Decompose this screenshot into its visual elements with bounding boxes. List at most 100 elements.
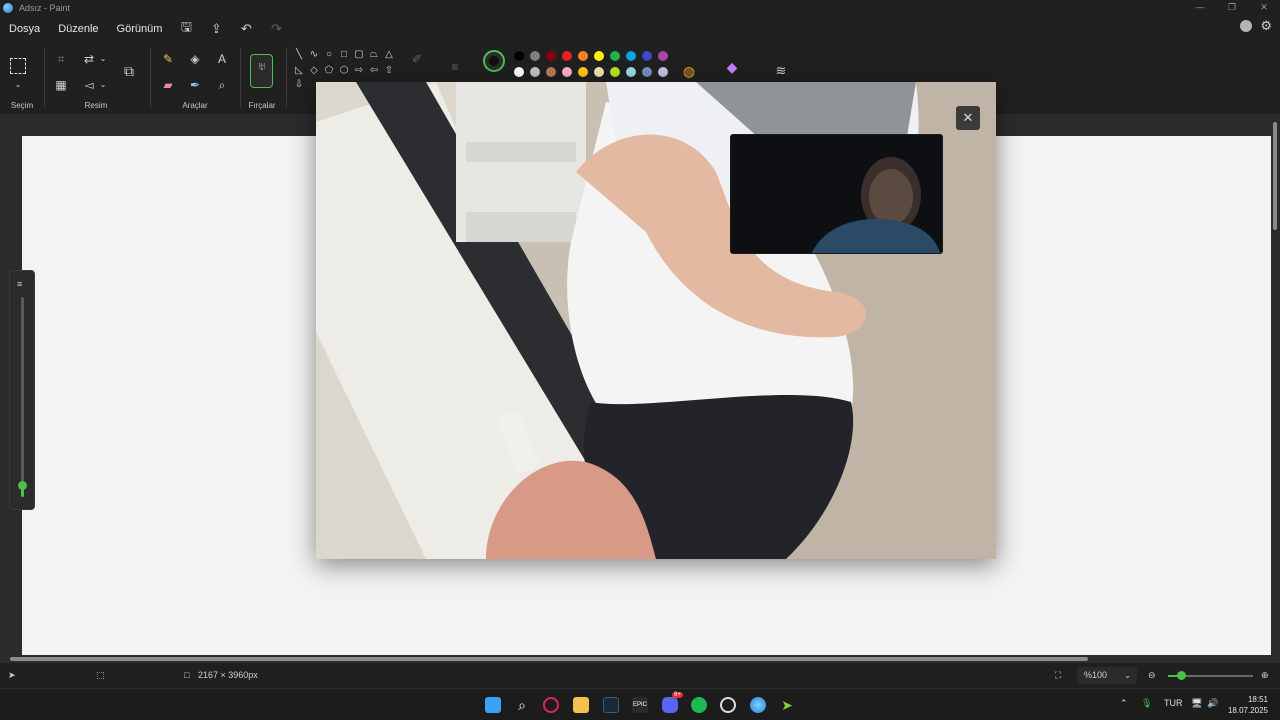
color-swatch[interactable] <box>530 67 540 77</box>
chevron-down-icon: ⌄ <box>1124 671 1131 680</box>
spotify-icon[interactable] <box>691 697 707 713</box>
picture-in-picture-video[interactable] <box>730 134 943 254</box>
outline-icon[interactable]: ✐ <box>408 50 426 68</box>
size-icon: ≡ <box>17 279 23 289</box>
zoom-out-icon[interactable]: ⊖ <box>1148 670 1156 681</box>
undo-icon[interactable]: ↶ <box>231 21 261 37</box>
brush-icon: ♅ <box>257 59 267 73</box>
color-swatch[interactable] <box>610 67 620 77</box>
color-swatch[interactable] <box>546 51 556 61</box>
color-swatch[interactable] <box>658 67 668 77</box>
discord-badge: 9+ <box>672 692 683 698</box>
redo-icon[interactable]: ↷ <box>261 21 291 37</box>
brushes-label: Fırçalar <box>248 101 276 110</box>
crop-icon[interactable]: ⌗ <box>52 50 70 68</box>
canvas-dimensions: 2167 × 3960px <box>198 670 258 680</box>
share-icon[interactable]: ⇪ <box>201 21 231 37</box>
opera-gx-icon[interactable] <box>543 697 559 713</box>
paint-taskbar-icon[interactable] <box>750 697 766 713</box>
pointer-icon: ➤ <box>8 670 16 680</box>
color-swatch[interactable] <box>514 51 524 61</box>
fill-bucket-icon[interactable]: ◈ <box>186 50 204 68</box>
search-icon[interactable]: ⌕ <box>514 697 530 713</box>
color-swatch[interactable] <box>562 67 572 77</box>
settings-gear-icon[interactable]: ⚙ <box>1260 19 1272 32</box>
selection-size-icon: ⬚ <box>96 670 105 680</box>
current-color-swatch <box>489 56 499 66</box>
app-icon[interactable] <box>720 697 736 713</box>
steam-icon[interactable] <box>603 697 619 713</box>
pencil-icon[interactable]: ✎ <box>159 50 177 68</box>
color-swatch[interactable] <box>642 67 652 77</box>
color-swatch[interactable] <box>514 67 524 77</box>
chevron-up-icon[interactable]: ⌃ <box>1120 698 1128 709</box>
arrow-up-icon[interactable]: ⇧ <box>380 62 398 80</box>
color-swatch[interactable] <box>594 67 604 77</box>
size-icon[interactable]: ≡ <box>446 58 464 76</box>
save-icon[interactable]: 🖫 <box>171 18 201 40</box>
color-swatch[interactable] <box>626 51 636 61</box>
zoom-slider-knob[interactable] <box>1177 671 1186 680</box>
app-arrow-icon[interactable]: ➤ <box>779 697 795 713</box>
image-generator-icon[interactable]: ⧉ <box>120 62 138 80</box>
color-swatch[interactable] <box>610 51 620 61</box>
zoom-select[interactable]: %100 ⌄ <box>1077 667 1137 684</box>
color-picker-icon[interactable]: ✒ <box>186 76 204 94</box>
brush-size-slider[interactable]: ≡ <box>9 270 35 510</box>
vertical-scrollbar[interactable] <box>1273 118 1277 648</box>
edit-colors-icon[interactable]: ◍ <box>680 62 698 80</box>
chevron-down-icon[interactable]: ⌄ <box>9 76 27 94</box>
window-controls: — ❐ ✕ <box>1184 0 1280 16</box>
arrow-down-icon[interactable]: ⇩ <box>290 76 308 94</box>
color-swatch[interactable] <box>658 51 668 61</box>
maximize-icon[interactable]: ❐ <box>1216 0 1248 16</box>
fit-to-window-icon[interactable]: ⛶ <box>1055 670 1061 681</box>
canvas-size-icon: □ <box>184 670 190 680</box>
microphone-icon[interactable]: 🎙 <box>1141 698 1152 709</box>
scroll-thumb[interactable] <box>10 657 1088 661</box>
magnifier-icon[interactable]: ⌕ <box>213 76 231 94</box>
scroll-thumb[interactable] <box>1273 122 1277 230</box>
color-swatch[interactable] <box>594 51 604 61</box>
chevron-down-icon[interactable]: ⌄ <box>94 50 112 68</box>
minimize-icon[interactable]: — <box>1184 0 1216 16</box>
close-preview-button[interactable]: ✕ <box>956 106 980 130</box>
eraser-icon[interactable]: ▰ <box>159 76 177 94</box>
brush-selector[interactable]: ♅ <box>250 54 273 88</box>
color-swatch[interactable] <box>578 51 588 61</box>
tools-group: ✎ ◈ A ▰ ✒ ⌕ Araçlar <box>152 42 238 114</box>
webcam-face-image <box>731 135 942 253</box>
horizontal-scrollbar[interactable] <box>0 655 1280 663</box>
select-rectangle-icon[interactable] <box>10 58 26 74</box>
chevron-down-icon[interactable]: ⌄ <box>94 76 112 94</box>
color-swatch[interactable] <box>626 67 636 77</box>
windows-start-icon[interactable] <box>485 697 501 713</box>
zoom-in-icon[interactable]: ⊕ <box>1261 670 1269 681</box>
menu-file[interactable]: Dosya <box>0 23 49 35</box>
color-swatch[interactable] <box>546 67 556 77</box>
current-color[interactable] <box>483 50 505 72</box>
network-icon[interactable]: 🖥 <box>1191 698 1202 709</box>
color-swatch[interactable] <box>530 51 540 61</box>
system-clock[interactable]: 18:51 18.07.2025 <box>1228 694 1268 716</box>
text-icon[interactable]: A <box>213 50 231 68</box>
copilot-icon[interactable]: ◆ <box>723 58 741 76</box>
volume-icon[interactable]: 🔊 <box>1207 698 1218 709</box>
slider-track <box>21 297 24 497</box>
menu-edit[interactable]: Düzenle <box>49 23 107 35</box>
taskbar: ⌕ EPIC 9+ ➤ ⌃ 🎙 TUR 🖥 🔊 18:51 18.07.2025 <box>0 688 1280 720</box>
layers-icon[interactable]: ≋ <box>772 62 790 80</box>
separator <box>286 48 287 108</box>
file-explorer-icon[interactable] <box>573 697 589 713</box>
epic-games-icon[interactable]: EPIC <box>632 697 648 713</box>
discord-icon[interactable]: 9+ <box>662 692 683 713</box>
slider-knob[interactable] <box>18 481 27 490</box>
menu-view[interactable]: Görünüm <box>108 23 172 35</box>
remove-background-icon[interactable]: ▦ <box>52 76 70 94</box>
color-swatch[interactable] <box>562 51 572 61</box>
account-avatar[interactable] <box>1240 20 1253 32</box>
color-swatch[interactable] <box>578 67 588 77</box>
close-window-icon[interactable]: ✕ <box>1248 0 1280 16</box>
language-indicator[interactable]: TUR <box>1164 698 1183 708</box>
color-swatch[interactable] <box>642 51 652 61</box>
